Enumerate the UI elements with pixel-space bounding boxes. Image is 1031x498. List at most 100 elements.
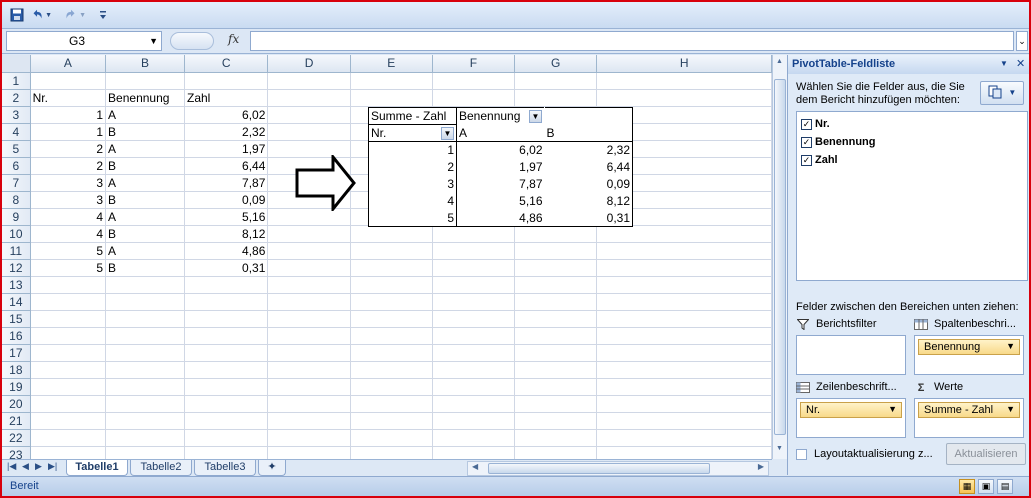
field-nr[interactable]: ✓ Nr. (801, 116, 830, 132)
cell[interactable] (350, 72, 433, 90)
cell[interactable] (432, 72, 516, 90)
cell[interactable] (267, 310, 351, 328)
cell[interactable] (267, 123, 351, 141)
defer-layout-update[interactable]: Layoutaktualisierung z... (796, 448, 933, 460)
cell[interactable]: 5 (30, 242, 107, 260)
cell[interactable]: Benennung (105, 89, 185, 107)
cell[interactable] (514, 72, 598, 90)
cell[interactable] (432, 429, 516, 447)
pivot-value[interactable]: 4,86 (456, 209, 545, 227)
cell[interactable] (184, 395, 269, 413)
cell[interactable] (184, 293, 269, 311)
checkbox-checked-icon[interactable]: ✓ (801, 136, 812, 148)
cell[interactable] (514, 446, 598, 459)
column-header[interactable]: E (350, 55, 433, 73)
cell[interactable] (432, 344, 516, 362)
cell[interactable] (350, 242, 433, 260)
cell[interactable]: 5 (30, 259, 107, 277)
first-sheet-icon[interactable]: |◀ (7, 461, 16, 472)
cell[interactable] (267, 378, 351, 396)
cell[interactable] (184, 412, 269, 430)
cell[interactable]: 6,02 (184, 106, 269, 124)
select-all-corner[interactable] (2, 55, 31, 73)
cell[interactable]: 1,97 (184, 140, 269, 158)
cell[interactable] (350, 259, 433, 277)
cell[interactable] (105, 361, 185, 379)
cell[interactable] (596, 276, 772, 294)
sheet-tab-tabelle1[interactable]: Tabelle1 (66, 460, 128, 476)
cell[interactable] (267, 106, 351, 124)
cell[interactable] (350, 446, 433, 459)
cell[interactable] (514, 225, 598, 243)
cell[interactable]: 1 (30, 106, 107, 124)
row-header[interactable]: 18 (2, 361, 31, 379)
cell[interactable] (267, 344, 351, 362)
row-header[interactable]: 3 (2, 106, 31, 124)
pivot-table[interactable]: Summe - Zahl Benennung ▼ Nr. ▼ A B 1 6,02 2,… (368, 107, 633, 227)
cell[interactable] (350, 327, 433, 345)
save-icon[interactable] (8, 6, 26, 24)
cell[interactable]: Nr. (30, 89, 107, 107)
cell[interactable]: 2 (30, 140, 107, 158)
cell[interactable] (596, 259, 772, 277)
cell[interactable] (596, 361, 772, 379)
cell[interactable] (30, 378, 107, 396)
cell[interactable] (596, 310, 772, 328)
row-header[interactable]: 9 (2, 208, 31, 226)
cell[interactable] (432, 412, 516, 430)
cell[interactable]: A (105, 106, 185, 124)
cell[interactable] (432, 293, 516, 311)
cell[interactable]: A (105, 208, 185, 226)
pivot-row-label[interactable]: 1 (368, 141, 457, 159)
pivot-col-item[interactable]: B (544, 124, 633, 142)
field-zahl[interactable]: ✓ Zahl (801, 152, 838, 168)
cell[interactable] (596, 378, 772, 396)
pivot-col-item[interactable]: A (456, 124, 545, 142)
vertical-scrollbar[interactable]: ▲ ▼ (772, 55, 787, 459)
cell[interactable] (267, 242, 351, 260)
pivot-value[interactable]: 0,09 (544, 175, 633, 193)
cell[interactable] (596, 72, 772, 90)
cell[interactable] (432, 395, 516, 413)
cell[interactable]: 8,12 (184, 225, 269, 243)
cell[interactable] (514, 378, 598, 396)
normal-view-icon[interactable]: ▦ (959, 479, 975, 494)
scroll-right-icon[interactable]: ▶ (758, 462, 764, 471)
cell[interactable] (184, 429, 269, 447)
cell[interactable] (267, 89, 351, 107)
row-header[interactable]: 1 (2, 72, 31, 90)
column-header[interactable]: G (514, 55, 598, 73)
pivot-row-label[interactable]: 5 (368, 209, 457, 227)
cell[interactable] (105, 378, 185, 396)
column-header[interactable]: B (105, 55, 185, 73)
values-drop-area[interactable]: Summe - Zahl ▼ (914, 398, 1024, 438)
cell[interactable]: 4 (30, 225, 107, 243)
cell[interactable] (514, 412, 598, 430)
cell[interactable]: B (105, 123, 185, 141)
checkbox-checked-icon[interactable]: ✓ (801, 154, 812, 166)
cell[interactable]: 0,31 (184, 259, 269, 277)
cell[interactable] (105, 395, 185, 413)
pivot-column-field[interactable]: Benennung ▼ (456, 107, 545, 125)
cell[interactable] (350, 395, 433, 413)
row-header[interactable]: 2 (2, 89, 31, 107)
cell[interactable] (267, 412, 351, 430)
cell[interactable]: B (105, 191, 185, 209)
row-header[interactable]: 16 (2, 327, 31, 345)
cell[interactable] (30, 412, 107, 430)
cell[interactable] (267, 72, 351, 90)
cell[interactable]: 3 (30, 174, 107, 192)
undo-icon[interactable]: ▼ (30, 6, 52, 24)
cell[interactable] (30, 72, 107, 90)
cell[interactable] (184, 310, 269, 328)
chevron-down-icon[interactable]: ▼ (441, 127, 454, 140)
worksheet-grid[interactable]: A B C D E F G H 1 2 Nr. Benennung Zahl 3 1 A 6,0… (2, 55, 772, 459)
row-header[interactable]: 8 (2, 191, 31, 209)
cell[interactable]: 4 (30, 208, 107, 226)
sheet-tab-tabelle2[interactable]: Tabelle2 (130, 460, 192, 476)
scroll-left-icon[interactable]: ◀ (472, 462, 478, 471)
chevron-down-icon[interactable]: ▼ (1006, 404, 1015, 414)
cell[interactable] (514, 242, 598, 260)
row-header[interactable]: 11 (2, 242, 31, 260)
splitter-handle[interactable] (170, 32, 214, 50)
